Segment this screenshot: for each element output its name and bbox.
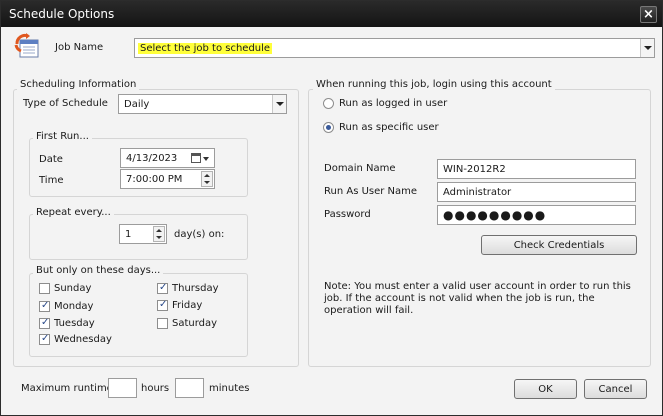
run-as-logged-in-radio[interactable] (323, 98, 334, 109)
days-of-week-title: But only on these days... (33, 265, 164, 276)
saturday-checkbox[interactable] (157, 318, 168, 329)
time-spin-icon[interactable] (201, 171, 213, 187)
domain-name-label: Domain Name (324, 163, 396, 174)
chevron-down-icon[interactable] (272, 95, 286, 113)
time-value: 7:00:00 PM (126, 174, 183, 185)
calendar-dropdown-icon[interactable] (191, 153, 211, 164)
repeat-days-value: 1 (125, 229, 132, 240)
sunday-checkbox[interactable] (39, 283, 50, 294)
dialog-title: Schedule Options (9, 7, 115, 21)
runtime-minutes-field[interactable] (175, 378, 204, 398)
repeat-spin-icon[interactable] (153, 226, 165, 242)
schedule-options-dialog: Schedule Options × Job Name Select the j… (0, 0, 663, 416)
user-name-field[interactable]: Administrator (437, 182, 636, 202)
sunday-label: Sunday (54, 283, 92, 294)
ok-button[interactable]: OK (514, 379, 577, 399)
title-bar[interactable]: Schedule Options × (1, 1, 662, 27)
friday-label: Friday (172, 300, 203, 311)
job-name-label: Job Name (55, 42, 104, 53)
password-value: ●●●●●●●●● (443, 208, 547, 222)
domain-name-value: WIN-2012R2 (443, 164, 506, 175)
password-field[interactable]: ●●●●●●●●● (437, 205, 636, 225)
chevron-down-icon[interactable] (640, 39, 654, 57)
login-account-title: When running this job, login using this … (313, 79, 555, 90)
runtime-hours-field[interactable] (108, 378, 137, 398)
scheduling-information-title: Scheduling Information (17, 79, 140, 90)
thursday-checkbox[interactable] (157, 282, 168, 294)
maximum-runtime-label: Maximum runtime: (21, 383, 117, 394)
cancel-button[interactable]: Cancel (584, 379, 647, 399)
type-of-schedule-value: Daily (124, 99, 150, 110)
monday-checkbox[interactable] (39, 300, 50, 312)
saturday-label: Saturday (172, 318, 218, 329)
close-icon[interactable]: × (640, 6, 657, 23)
job-name-select[interactable]: Select the job to schedule (134, 38, 655, 58)
password-label: Password (324, 209, 371, 220)
domain-name-field[interactable]: WIN-2012R2 (437, 159, 636, 179)
job-name-value: Select the job to schedule (138, 43, 273, 54)
check-credentials-label: Check Credentials (513, 240, 605, 251)
monday-label: Monday (54, 301, 94, 312)
account-note: Note: You must enter a valid user accoun… (324, 281, 631, 316)
user-name-value: Administrator (443, 187, 512, 198)
run-as-logged-in-label: Run as logged in user (339, 98, 448, 109)
date-picker[interactable]: 4/13/2023 (120, 148, 215, 168)
schedule-job-icon (14, 33, 39, 58)
run-as-user-name-label: Run As User Name (324, 186, 418, 197)
cancel-label: Cancel (598, 384, 633, 395)
thursday-label: Thursday (172, 283, 219, 294)
type-of-schedule-select[interactable]: Daily (118, 94, 287, 114)
minutes-label: minutes (209, 383, 250, 394)
time-stepper[interactable]: 7:00:00 PM (120, 169, 215, 189)
type-of-schedule-label: Type of Schedule (23, 98, 108, 109)
wednesday-checkbox[interactable] (39, 333, 50, 345)
time-label: Time (39, 175, 64, 186)
repeat-days-stepper[interactable]: 1 (119, 224, 167, 244)
run-as-specific-user-radio[interactable] (323, 122, 334, 133)
wednesday-label: Wednesday (54, 334, 112, 345)
date-value: 4/13/2023 (126, 153, 178, 164)
ok-label: OK (538, 384, 553, 395)
friday-checkbox[interactable] (157, 299, 168, 311)
repeat-every-title: Repeat every... (33, 207, 114, 218)
run-as-specific-user-label: Run as specific user (339, 122, 439, 133)
first-run-title: First Run... (33, 131, 92, 142)
tuesday-label: Tuesday (54, 318, 95, 329)
date-label: Date (39, 154, 63, 165)
check-credentials-button[interactable]: Check Credentials (481, 235, 637, 255)
hours-label: hours (141, 383, 170, 394)
repeat-unit-label: day(s) on: (174, 229, 225, 240)
tuesday-checkbox[interactable] (39, 317, 50, 329)
